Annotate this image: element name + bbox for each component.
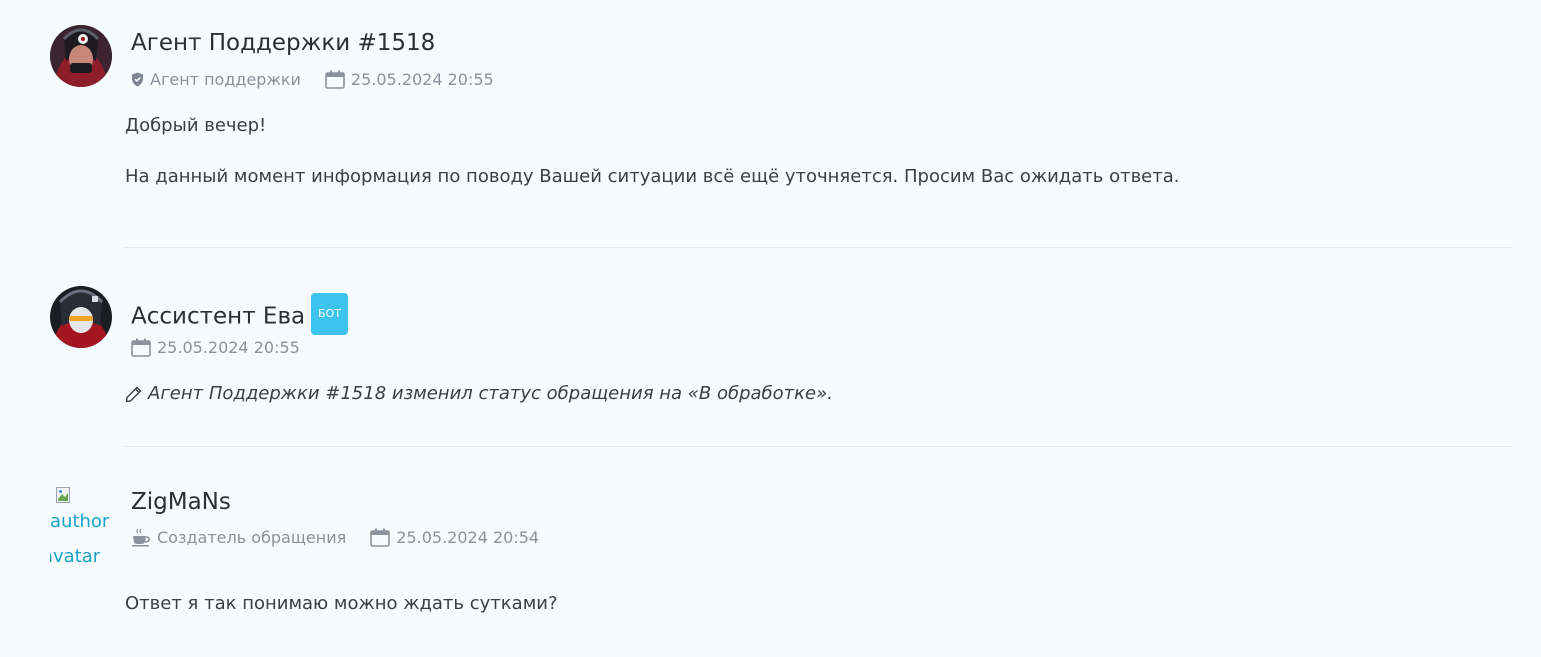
message-meta: Создатель обращения 25.05.2024 20:54: [131, 528, 539, 547]
author-name[interactable]: Ассистент Ева БОТ: [131, 293, 349, 338]
avatar[interactable]: [50, 25, 112, 87]
pencil-icon: [125, 386, 142, 402]
author-role-label: Агент поддержки: [150, 69, 301, 89]
message-date: 25.05.2024 20:55: [131, 338, 300, 357]
assistant-avatar-image: [50, 286, 112, 348]
author-name[interactable]: Агент Поддержки #1518: [131, 32, 435, 55]
avatar-alt-text-line: avatar: [50, 546, 101, 567]
broken-image-icon: [56, 487, 70, 503]
message-date-label: 25.05.2024 20:54: [396, 527, 540, 547]
author-name[interactable]: ZigMaNs: [131, 491, 231, 514]
message-text-line: Ответ я так понимаю можно ждать сутками?: [125, 593, 558, 614]
avatar[interactable]: [50, 286, 112, 348]
message-meta: 25.05.2024 20:55: [131, 338, 300, 357]
message-date: 25.05.2024 20:55: [325, 70, 494, 89]
author-name-label: Ассистент Ева: [131, 303, 306, 330]
avatar-broken-image[interactable]: author avatar: [50, 487, 116, 569]
status-change-note: Агент Поддержки #1518 изменил статус обр…: [125, 385, 833, 403]
avatar-alt-text-line: author: [50, 511, 110, 532]
ticket-thread: Агент Поддержки #1518 Агент поддержки 25…: [0, 0, 1541, 657]
message-date-label: 25.05.2024 20:55: [157, 337, 300, 357]
author-role: Агент поддержки: [131, 69, 301, 89]
message-date-label: 25.05.2024 20:55: [350, 69, 494, 89]
bot-badge: БОТ: [311, 293, 349, 335]
author-role-label: Создатель обращения: [157, 527, 347, 547]
message-text-line: На данный момент информация по поводу Ва…: [125, 166, 1180, 187]
status-change-text: Агент Поддержки #1518 изменил статус обр…: [148, 383, 833, 404]
support-agent-avatar-image: [50, 25, 112, 87]
shield-icon: [132, 72, 143, 87]
message-meta: Агент поддержки 25.05.2024 20:55: [131, 70, 494, 89]
author-role: Создатель обращения: [131, 528, 346, 547]
message-text-line: Добрый вечер!: [125, 115, 267, 136]
message-divider: [125, 446, 1512, 447]
message-divider: [125, 247, 1512, 248]
calendar-icon: [131, 338, 151, 357]
calendar-icon: [325, 70, 345, 89]
message-date: 25.05.2024 20:54: [370, 528, 539, 547]
calendar-icon: [370, 528, 391, 547]
coffee-icon: [132, 528, 150, 547]
